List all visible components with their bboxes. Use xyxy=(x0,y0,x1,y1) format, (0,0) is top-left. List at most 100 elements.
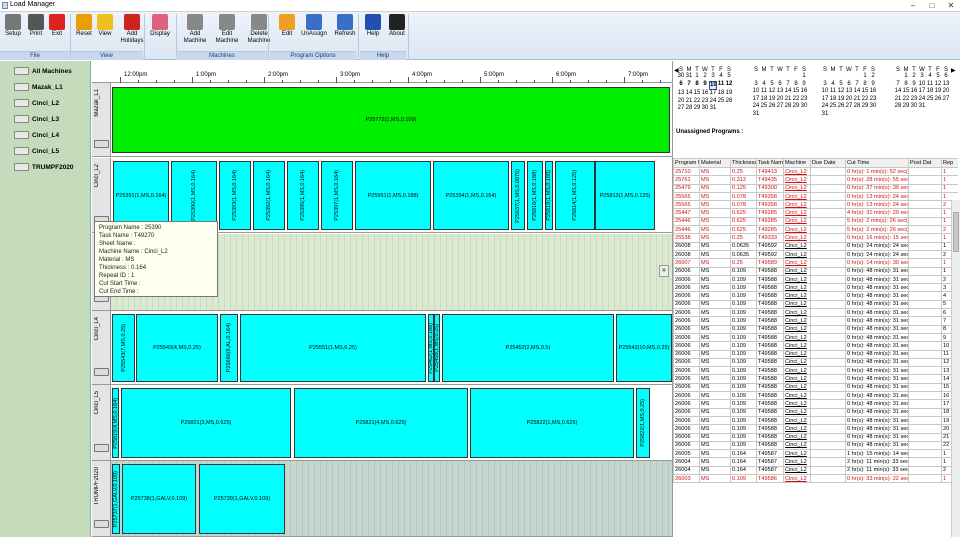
calendar-day[interactable]: 13 xyxy=(942,81,950,89)
calendar-day[interactable]: 24 xyxy=(918,96,926,104)
program-block[interactable]: P25543(4,MS,0.25) xyxy=(136,314,218,382)
calendar-day[interactable]: 2 xyxy=(701,73,709,81)
calendar-day[interactable]: 25 xyxy=(717,98,725,106)
calendar-day[interactable]: 26 xyxy=(934,96,942,104)
table-row[interactable]: 25447 MS 0.625 T49285 Cinci_L2 4 hr(s): 31 mi… xyxy=(673,208,958,218)
calendar-day[interactable]: 18 xyxy=(760,96,768,104)
calendar-day[interactable] xyxy=(768,73,776,81)
calendar-day[interactable]: 11 xyxy=(829,88,837,96)
table-row[interactable]: 25446 MS 0.625 T49285 Cinci_L2 5 hr(s): 2 min… xyxy=(673,225,958,235)
calendar-day[interactable]: 22 xyxy=(792,96,800,104)
program-block[interactable]: P25395(1,MS,0.164) xyxy=(287,161,319,230)
calendar-day[interactable]: 19 xyxy=(768,96,776,104)
calendar-day[interactable]: 16 xyxy=(701,90,709,98)
calendar-month[interactable]: S M T W T F S 30 31 1 2 3 4 5 6 7 8 9 10 11 12 13 14 15 16 17 18 19… xyxy=(677,67,743,113)
calendar-day[interactable] xyxy=(821,73,829,81)
calendar-day[interactable]: 7 xyxy=(894,81,902,89)
calendar-day[interactable]: 27 xyxy=(942,96,950,104)
calendar-next-button[interactable]: ▶ xyxy=(951,67,957,74)
calendar-day[interactable]: 10 xyxy=(821,88,829,96)
maximize-button[interactable]: □ xyxy=(923,1,941,11)
calendar-day[interactable] xyxy=(942,103,950,111)
machine-item-cinci-l3[interactable]: Cinci_L3 xyxy=(14,114,59,126)
calendar-day[interactable]: 15 xyxy=(902,88,910,96)
calendar-day[interactable] xyxy=(934,103,942,111)
program-block[interactable]: P25814(1,MS,0.125) xyxy=(555,161,595,230)
calendar-day[interactable]: 15 xyxy=(861,88,869,96)
table-row[interactable]: 26004 MS 0.164 T49587 Cinci_L2 2 hr(s): 11 mi… xyxy=(673,465,958,476)
calendar-day[interactable]: 12 xyxy=(725,81,733,91)
view-button[interactable]: View xyxy=(96,14,114,38)
calendar-day[interactable]: 23 xyxy=(800,96,808,104)
calendar-day[interactable]: 10 xyxy=(918,81,926,89)
calendar-day[interactable]: 25 xyxy=(829,103,837,111)
calendar-day[interactable]: 26 xyxy=(837,103,845,111)
about-button[interactable]: About xyxy=(386,14,408,38)
reset-button[interactable]: Reset xyxy=(74,14,94,38)
calendar-day[interactable] xyxy=(776,73,784,81)
machine-item-cinci-l5[interactable]: Cinci_L5 xyxy=(14,146,59,158)
program-block[interactable]: P25458(1,MS,0.25) xyxy=(434,314,440,382)
calendar-day[interactable] xyxy=(894,73,902,81)
program-block[interactable]: P25816(1,MS,0.188) xyxy=(527,161,543,230)
add-machine-button[interactable]: Add Machine xyxy=(180,14,210,45)
calendar-day[interactable]: 2 xyxy=(869,73,877,81)
calendar-day[interactable] xyxy=(853,111,861,119)
table-row[interactable]: 26006 MS 0.109 T49588 Cinci_L2 0 hr(s): 48 mi… xyxy=(673,308,958,318)
calendar-day[interactable]: 26 xyxy=(725,98,733,106)
program-block[interactable]: P25394(1,MS,0.164) xyxy=(433,161,509,230)
calendar-day[interactable]: 5 xyxy=(837,81,845,89)
calendar-day[interactable]: 14 xyxy=(853,88,861,96)
add-holidays-button[interactable]: Add Holidays xyxy=(118,14,146,45)
calendar-day[interactable] xyxy=(776,111,784,119)
calendar-day[interactable]: 29 xyxy=(693,105,701,113)
calendar-day[interactable]: 1 xyxy=(861,73,869,81)
table-row[interactable]: 26004 MS 0.164 T49587 Cinci_L2 2 hr(s): 11 mi… xyxy=(673,457,958,467)
edit-button[interactable]: Edit xyxy=(278,14,296,38)
calendar-day[interactable]: 5 xyxy=(768,81,776,89)
table-row[interactable]: 25761 MS 0.312 T49435 Cinci_L2 0 hr(s): 28 mi… xyxy=(673,175,958,185)
table-row[interactable]: 26005 MS 0.164 T49587 Cinci_L2 1 hr(s): 15 mi… xyxy=(673,449,958,459)
calendar-day[interactable] xyxy=(853,73,861,81)
calendar-day[interactable]: 27 xyxy=(845,103,853,111)
calendar-day[interactable]: 16 xyxy=(910,88,918,96)
calendar-day[interactable] xyxy=(829,73,837,81)
calendar-day[interactable]: 30 xyxy=(677,73,685,81)
calendar-day[interactable] xyxy=(725,105,733,113)
calendar-day[interactable]: 20 xyxy=(776,96,784,104)
program-block[interactable]: P25637(1,MS,0.0875) xyxy=(511,161,525,230)
calendar-day[interactable]: 19 xyxy=(934,88,942,96)
calendar-day[interactable]: 4 xyxy=(760,81,768,89)
calendar-day[interactable]: 3 xyxy=(918,73,926,81)
calendar-day[interactable]: 8 xyxy=(861,81,869,89)
calendar-day[interactable]: 21 xyxy=(894,96,902,104)
calendar-day[interactable]: 4 xyxy=(717,73,725,81)
calendar-day[interactable]: 20 xyxy=(845,96,853,104)
calendar-day[interactable]: 5 xyxy=(934,73,942,81)
calendar-day[interactable]: 30 xyxy=(869,103,877,111)
table-row[interactable]: 26006 MS 0.109 T49588 Cinci_L2 0 hr(s): 48 mi… xyxy=(673,432,958,442)
calendar-day[interactable]: 22 xyxy=(693,98,701,106)
machine-item-cinci-l4[interactable]: Cinci_L4 xyxy=(14,130,59,142)
calendar-day[interactable]: 6 xyxy=(677,81,685,91)
calendar-day[interactable]: 6 xyxy=(776,81,784,89)
calendar-day[interactable]: 27 xyxy=(677,105,685,113)
table-row[interactable]: 26006 MS 0.109 T49588 Cinci_L2 0 hr(s): 48 mi… xyxy=(673,374,958,384)
calendar-day[interactable]: 17 xyxy=(918,88,926,96)
program-block[interactable]: P25819(1,MS,0.188) xyxy=(545,161,553,230)
calendar-day[interactable] xyxy=(784,73,792,81)
table-row[interactable]: 26006 MS 0.109 T49588 Cinci_L2 0 hr(s): 48 mi… xyxy=(673,324,958,334)
calendar-day[interactable]: 29 xyxy=(792,103,800,111)
machine-item-mazak-l1[interactable]: Mazak_L1 xyxy=(14,82,63,94)
calendar-day[interactable] xyxy=(837,73,845,81)
calendar-day[interactable] xyxy=(861,111,869,119)
calendar-day[interactable] xyxy=(845,73,853,81)
calendar-day[interactable]: 6 xyxy=(845,81,853,89)
exit-button[interactable]: Exit xyxy=(48,14,66,38)
calendar-day[interactable]: 10 xyxy=(752,88,760,96)
calendar-day[interactable]: 8 xyxy=(902,81,910,89)
calendar-day[interactable]: 7 xyxy=(784,81,792,89)
calendar-day[interactable]: 28 xyxy=(784,103,792,111)
calendar-day[interactable]: 11 xyxy=(760,88,768,96)
program-block[interactable]: P25738(1,GALV,0.109) xyxy=(122,464,196,534)
